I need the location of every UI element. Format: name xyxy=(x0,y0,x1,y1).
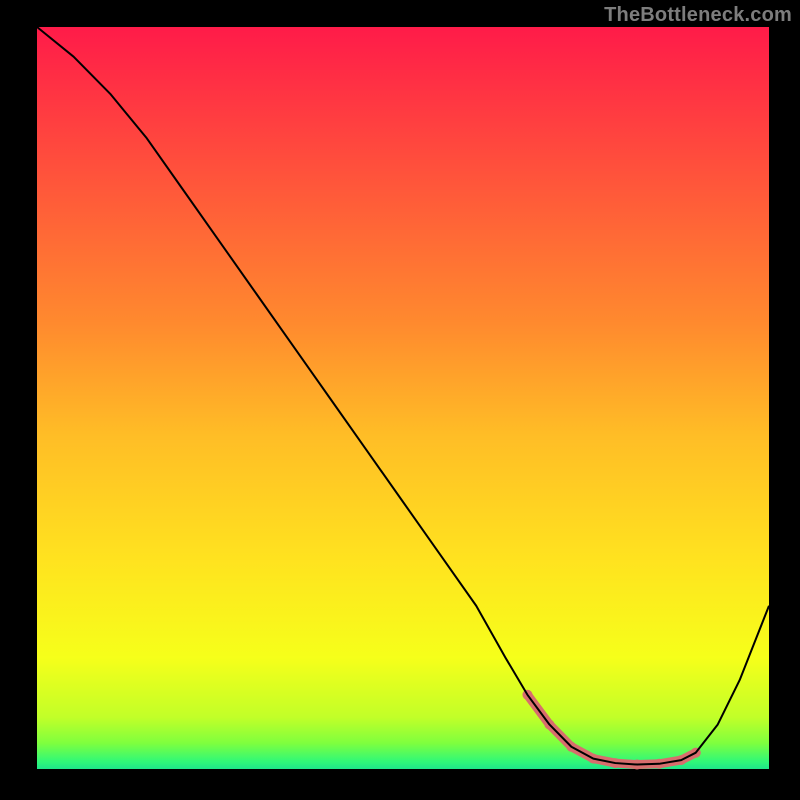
watermark-text: TheBottleneck.com xyxy=(604,4,792,27)
chart-container: TheBottleneck.com xyxy=(0,0,800,800)
bottleneck-chart xyxy=(0,0,800,800)
